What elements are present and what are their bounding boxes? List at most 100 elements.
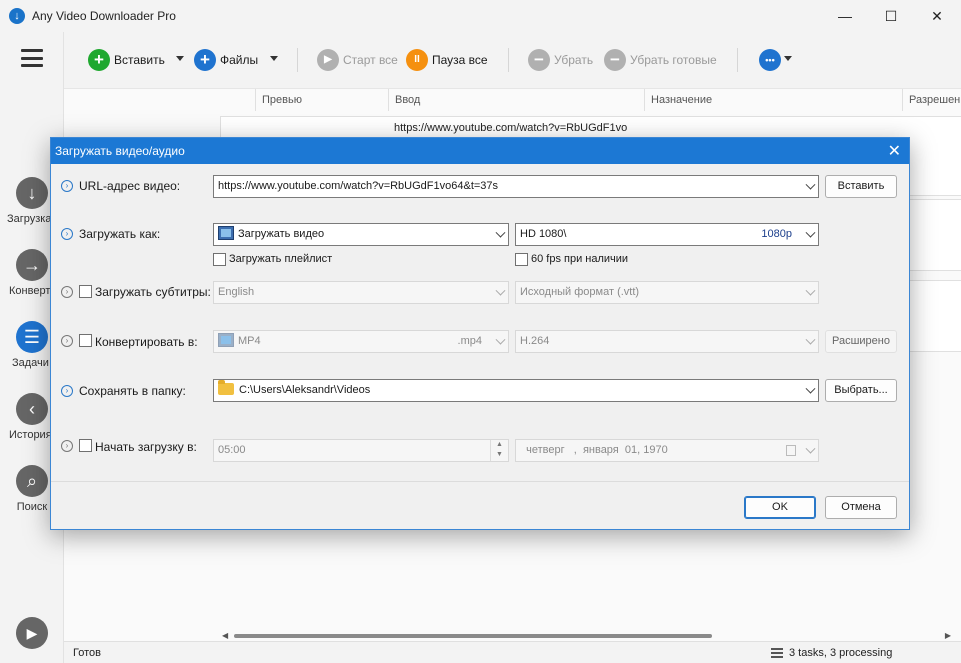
title-bar: ↓ Any Video Downloader Pro — ☐ ✕ xyxy=(0,0,961,32)
chevron-down-icon[interactable] xyxy=(805,179,816,190)
scrollbar-thumb[interactable] xyxy=(234,634,712,638)
remove-label: Убрать xyxy=(554,53,594,67)
close-button[interactable]: ✕ xyxy=(914,0,960,32)
quality-select[interactable]: HD 1080\ 1080p xyxy=(515,223,819,246)
search-icon: ⌕ xyxy=(16,465,48,497)
folder-icon xyxy=(218,380,234,395)
convert-codec-select[interactable]: H.264 xyxy=(515,330,819,353)
schedule-date-value: четверг , января 01, 1970 xyxy=(520,444,668,456)
dialog-close-icon[interactable]: ✕ xyxy=(888,141,901,161)
chevron-down-icon[interactable] xyxy=(805,383,816,394)
subtitles-language-value: English xyxy=(218,286,255,298)
column-preview[interactable]: Превью xyxy=(255,89,388,111)
film-icon xyxy=(218,333,234,347)
subtitles-language-select[interactable]: English xyxy=(213,281,509,304)
pause-icon: II xyxy=(406,49,428,71)
save-folder-input[interactable]: C:\Users\Aleksandr\Videos xyxy=(213,379,819,402)
cancel-button[interactable]: Отмена xyxy=(825,496,897,519)
schedule-label: Начать загрузку в: xyxy=(95,440,197,454)
remove-done-button[interactable]: − Убрать готовые xyxy=(604,48,717,72)
paste-url-button[interactable]: Вставить xyxy=(825,175,897,198)
download-as-label: Загружать как: xyxy=(79,227,161,241)
column-destination[interactable]: Назначение xyxy=(644,89,902,111)
pause-all-button[interactable]: II Пауза все xyxy=(406,48,488,72)
film-icon xyxy=(218,226,234,240)
download-icon: ↓ xyxy=(16,177,48,209)
scroll-right-icon[interactable]: ▶ xyxy=(945,631,951,640)
help-icon[interactable]: › xyxy=(61,335,73,347)
history-icon: ‹ xyxy=(16,393,48,425)
play-icon: ▶ xyxy=(16,617,48,649)
convert-format-select[interactable]: MP4 .mp4 xyxy=(213,330,509,353)
minimize-button[interactable]: — xyxy=(822,0,868,32)
files-dropdown-icon[interactable] xyxy=(270,56,278,61)
chevron-down-icon xyxy=(805,443,816,454)
advanced-button[interactable]: Расширено xyxy=(825,330,897,353)
play-icon: ▶ xyxy=(317,49,339,71)
help-icon[interactable]: › xyxy=(61,180,73,192)
menu-icon[interactable] xyxy=(21,49,43,67)
playlist-checkbox[interactable] xyxy=(213,253,226,266)
chevron-down-icon[interactable] xyxy=(805,227,816,238)
paste-dropdown-icon[interactable] xyxy=(176,56,184,61)
status-tasks: 3 tasks, 3 processing xyxy=(771,647,892,659)
download-as-select[interactable]: Загружать видео xyxy=(213,223,509,246)
subtitles-checkbox[interactable] xyxy=(79,285,92,298)
time-stepper[interactable]: ▲ ▼ xyxy=(490,440,508,461)
more-icon: ••• xyxy=(759,49,781,71)
minus-icon: − xyxy=(604,49,626,71)
schedule-date-input[interactable]: четверг , января 01, 1970 xyxy=(515,439,819,462)
help-icon[interactable]: › xyxy=(61,228,73,240)
url-input[interactable]: https://www.youtube.com/watch?v=RbUGdF1v… xyxy=(213,175,819,198)
toolbar-divider xyxy=(508,48,509,72)
start-all-label: Старт все xyxy=(343,53,398,67)
dialog-title-bar: Загружать видео/аудио ✕ xyxy=(51,138,909,164)
start-all-button[interactable]: ▶ Старт все xyxy=(317,48,398,72)
browse-button[interactable]: Выбрать... xyxy=(825,379,897,402)
remove-done-label: Убрать готовые xyxy=(630,53,717,67)
help-icon[interactable]: › xyxy=(61,385,73,397)
chevron-down-icon[interactable] xyxy=(495,227,506,238)
toolbar-divider xyxy=(737,48,738,72)
schedule-time-value: 05:00 xyxy=(218,444,246,456)
toolbar: + Вставить + Файлы ▶ Старт все II Пауза … xyxy=(64,32,961,88)
fps-checkbox[interactable] xyxy=(515,253,528,266)
ok-button[interactable]: OK xyxy=(744,496,816,519)
more-dropdown-icon[interactable] xyxy=(784,56,792,61)
maximize-button[interactable]: ☐ xyxy=(868,0,914,32)
url-label: URL-адрес видео: xyxy=(79,179,181,193)
subtitles-format-select[interactable]: Исходный формат (.vtt) xyxy=(515,281,819,304)
convert-checkbox[interactable] xyxy=(79,334,92,347)
calendar-icon[interactable] xyxy=(786,445,796,456)
download-dialog: Загружать видео/аудио ✕ › URL-адрес виде… xyxy=(50,137,910,530)
paste-button[interactable]: + Вставить xyxy=(88,48,165,72)
fps-label: 60 fps при наличии xyxy=(531,253,629,265)
scroll-left-icon[interactable]: ◀ xyxy=(222,631,228,640)
files-button[interactable]: + Файлы xyxy=(194,48,258,72)
column-input[interactable]: Ввод xyxy=(388,89,644,111)
save-folder-label: Сохранять в папку: xyxy=(79,384,186,398)
remove-button[interactable]: − Убрать xyxy=(528,48,593,72)
paste-label: Вставить xyxy=(114,53,165,67)
tasks-icon: ☰ xyxy=(16,321,48,353)
chevron-down-icon xyxy=(805,285,816,296)
column-resolution[interactable]: Разрешение xyxy=(902,89,961,111)
sidebar-play[interactable]: ▶ xyxy=(0,617,64,649)
schedule-time-input[interactable]: 05:00 ▲ ▼ xyxy=(213,439,509,462)
status-text: Готов xyxy=(73,647,101,659)
dialog-title: Загружать видео/аудио xyxy=(55,144,185,158)
download-as-value: Загружать видео xyxy=(238,228,325,240)
help-icon[interactable]: › xyxy=(61,286,73,298)
save-folder-value: C:\Users\Aleksandr\Videos xyxy=(239,384,371,396)
convert-label: Конвертировать в: xyxy=(95,335,198,349)
url-value: https://www.youtube.com/watch?v=RbUGdF1v… xyxy=(218,180,499,192)
toolbar-divider xyxy=(297,48,298,72)
dialog-divider xyxy=(51,481,909,482)
convert-ext: .mp4 xyxy=(457,335,482,347)
more-button[interactable]: ••• xyxy=(759,48,785,72)
quality-badge: 1080p xyxy=(761,228,792,240)
schedule-checkbox[interactable] xyxy=(79,439,92,452)
help-icon[interactable]: › xyxy=(61,440,73,452)
row-url: https://www.youtube.com/watch?v=RbUGdF1v… xyxy=(394,122,628,134)
subtitles-format-value: Исходный формат (.vtt) xyxy=(520,286,640,298)
